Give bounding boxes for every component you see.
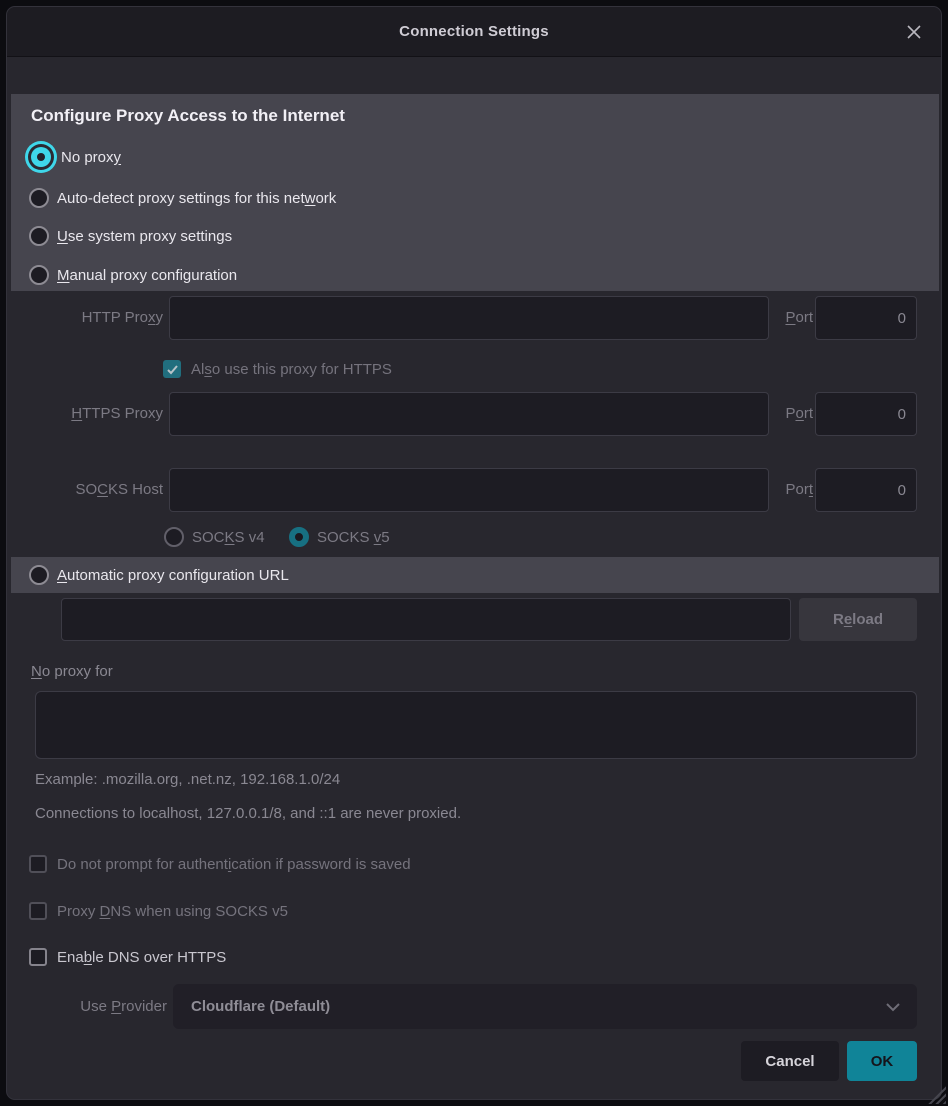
socks-host-input[interactable]	[169, 468, 769, 512]
https-port-label: Port	[747, 392, 813, 436]
radio-row-system-proxy[interactable]: Use system proxy settings	[29, 221, 232, 251]
socks-v4-row[interactable]: SOCKS v4	[164, 524, 265, 550]
chevron-down-icon	[885, 1002, 901, 1012]
proxy-mode-section: Configure Proxy Access to the Internet N…	[11, 94, 939, 291]
https-port-input[interactable]	[815, 392, 917, 436]
close-icon	[905, 23, 923, 41]
auto-detect-label: Auto-detect proxy settings for this netw…	[57, 190, 336, 207]
no-proxy-label: No proxy	[61, 149, 121, 166]
dialog-title: Connection Settings	[399, 23, 549, 40]
auto-proxy-section[interactable]: Automatic proxy configuration URL	[11, 557, 939, 593]
reload-button[interactable]: Reload	[799, 598, 917, 641]
no-proxy-example-text: Example: .mozilla.org, .net.nz, 192.168.…	[35, 771, 340, 788]
socks-host-label: SOCKS Host	[7, 468, 163, 512]
also-https-label: Also use this proxy for HTTPS	[191, 361, 392, 378]
no-prompt-auth-checkbox[interactable]	[29, 855, 47, 873]
socks-v5-row[interactable]: SOCKS v5	[289, 524, 390, 550]
proxy-dns-socks5-row[interactable]: Proxy DNS when using SOCKS v5	[29, 899, 288, 923]
http-port-input[interactable]	[815, 296, 917, 340]
connection-settings-dialog: Connection Settings Configure Proxy Acce…	[6, 6, 942, 1100]
auto-proxy-url-radio[interactable]	[29, 565, 49, 585]
radio-row-manual-proxy[interactable]: Manual proxy configuration	[29, 260, 237, 290]
socks-v4-radio[interactable]	[164, 527, 184, 547]
radio-row-auto-detect[interactable]: Auto-detect proxy settings for this netw…	[29, 183, 336, 213]
proxy-dns-socks5-label: Proxy DNS when using SOCKS v5	[57, 903, 288, 920]
socks-port-label: Port	[747, 468, 813, 512]
system-proxy-label: Use system proxy settings	[57, 228, 232, 245]
screen: { "window": { "title": "Connection Setti…	[0, 0, 948, 1106]
enable-doh-checkbox[interactable]	[29, 948, 47, 966]
socks-v4-label: SOCKS v4	[192, 529, 265, 546]
manual-proxy-label: Manual proxy configuration	[57, 267, 237, 284]
also-https-checkbox[interactable]	[163, 360, 181, 378]
ok-button[interactable]: OK	[847, 1041, 917, 1081]
socks-v5-radio[interactable]	[289, 527, 309, 547]
also-https-row[interactable]: Also use this proxy for HTTPS	[163, 357, 392, 381]
close-button[interactable]	[903, 21, 925, 43]
no-prompt-auth-label: Do not prompt for authentication if pass…	[57, 856, 411, 873]
system-proxy-radio[interactable]	[29, 226, 49, 246]
socks-port-input[interactable]	[815, 468, 917, 512]
https-proxy-input[interactable]	[169, 392, 769, 436]
localhost-note-text: Connections to localhost, 127.0.0.1/8, a…	[35, 805, 461, 822]
radio-row-no-proxy[interactable]: No proxy	[27, 140, 121, 174]
check-icon	[166, 363, 179, 376]
use-provider-label: Use Provider	[7, 984, 167, 1029]
auto-proxy-row[interactable]: Automatic proxy configuration URL	[29, 560, 289, 590]
doh-provider-dropdown[interactable]: Cloudflare (Default)	[173, 984, 917, 1029]
auto-detect-radio[interactable]	[29, 188, 49, 208]
enable-doh-row[interactable]: Enable DNS over HTTPS	[29, 945, 226, 969]
cancel-button[interactable]: Cancel	[741, 1041, 839, 1081]
auto-proxy-url-label: Automatic proxy configuration URL	[57, 567, 289, 584]
no-proxy-radio[interactable]	[31, 147, 51, 167]
section-heading: Configure Proxy Access to the Internet	[31, 106, 345, 126]
doh-provider-value: Cloudflare (Default)	[191, 998, 330, 1015]
no-proxy-for-textarea[interactable]	[35, 691, 917, 759]
http-proxy-input[interactable]	[169, 296, 769, 340]
manual-proxy-radio[interactable]	[29, 265, 49, 285]
http-proxy-label: HTTP Proxy	[7, 296, 163, 340]
auto-proxy-url-input[interactable]	[61, 598, 791, 641]
https-proxy-label: HTTPS Proxy	[7, 392, 163, 436]
no-proxy-for-label: No proxy for	[31, 663, 113, 680]
no-prompt-auth-row[interactable]: Do not prompt for authentication if pass…	[29, 852, 411, 876]
enable-doh-label: Enable DNS over HTTPS	[57, 949, 226, 966]
titlebar: Connection Settings	[7, 7, 941, 57]
socks-v5-label: SOCKS v5	[317, 529, 390, 546]
proxy-dns-socks5-checkbox[interactable]	[29, 902, 47, 920]
http-port-label: Port	[747, 296, 813, 340]
